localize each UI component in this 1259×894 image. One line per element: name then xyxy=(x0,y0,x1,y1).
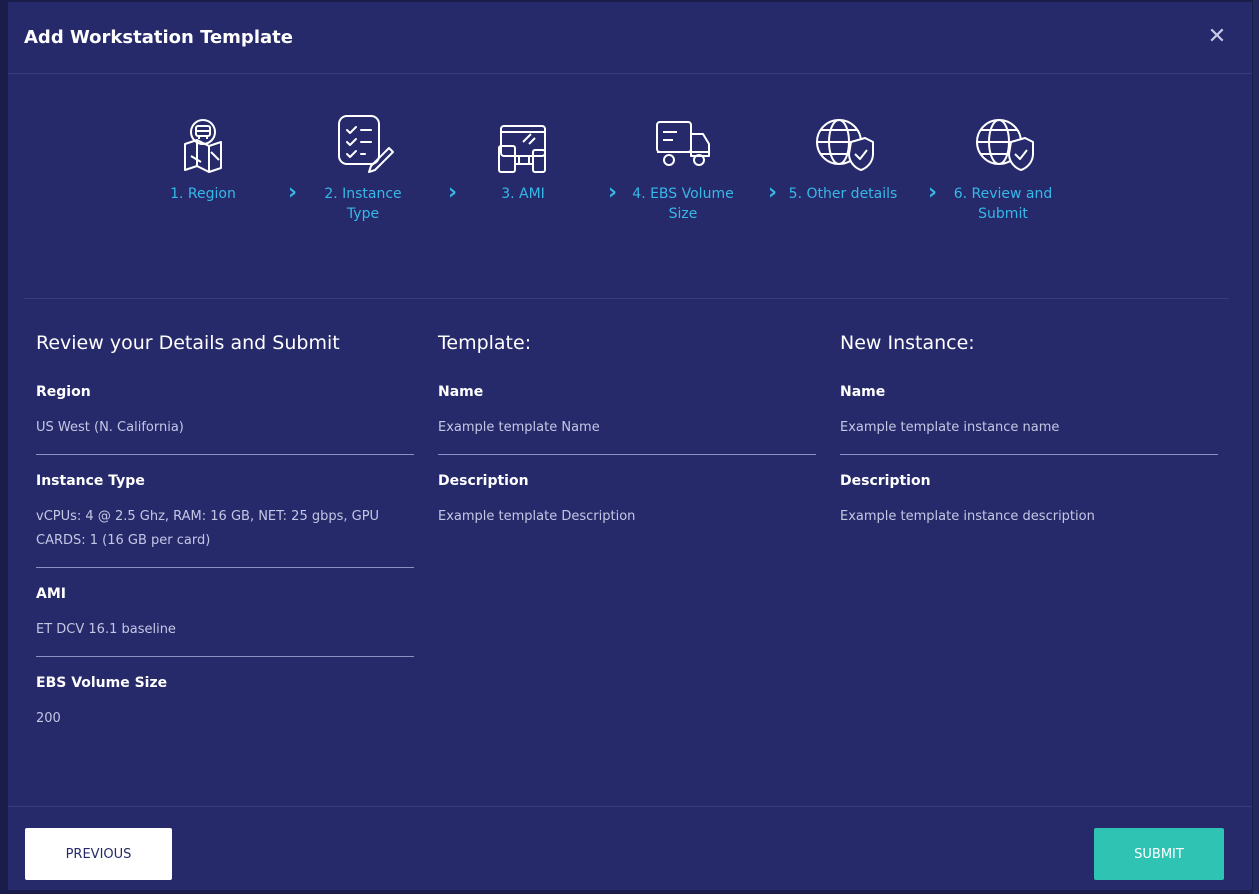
step-label: 1. Region xyxy=(170,186,236,202)
step-label: 6. Review and Submit xyxy=(953,186,1053,222)
chevron-right-icon: › xyxy=(448,180,458,205)
chevron-right-icon: › xyxy=(768,180,778,205)
field-label-template-name: Name xyxy=(438,384,484,400)
divider xyxy=(840,454,1218,455)
step-label: 5. Other details xyxy=(788,186,898,202)
field-label-ami: AMI xyxy=(36,586,66,602)
step-label: 2. Instance Type xyxy=(324,186,402,222)
template-column: Template: Name Example template Name Des… xyxy=(438,332,816,543)
field-value-ebs-volume-size: 200 xyxy=(36,711,61,726)
page-edge xyxy=(1253,0,1259,894)
divider xyxy=(36,656,414,657)
globe-shield-icon xyxy=(816,119,874,171)
field-value-template-description: Example template Description xyxy=(438,509,636,524)
modal-title: Add Workstation Template xyxy=(24,27,293,48)
divider xyxy=(36,454,414,455)
field-value-instance-type: vCPUs: 4 @ 2.5 Ghz, RAM: 16 GB, NET: 25 … xyxy=(36,509,380,548)
close-icon[interactable]: ✕ xyxy=(1204,24,1230,50)
map-icon xyxy=(184,119,222,173)
divider xyxy=(24,298,1229,299)
new-instance-title: New Instance: xyxy=(840,332,975,354)
divider xyxy=(438,454,816,455)
field-label-ebs-volume-size: EBS Volume Size xyxy=(36,675,168,691)
new-instance-column: New Instance: Name Example template inst… xyxy=(840,332,1218,543)
review-column: Review your Details and Submit Region US… xyxy=(36,332,414,745)
stepper: 1. Region › 2. Instance Type › 3. AMI › … xyxy=(148,112,1108,292)
field-label-instance-description: Description xyxy=(840,473,931,489)
field-value-ami: ET DCV 16.1 baseline xyxy=(36,622,176,637)
step-ami[interactable]: 3. AMI xyxy=(468,112,578,204)
field-label-instance-name: Name xyxy=(840,384,886,400)
review-title: Review your Details and Submit xyxy=(36,332,340,354)
field-value-instance-name: Example template instance name xyxy=(840,420,1060,435)
checklist-icon xyxy=(338,115,394,173)
field-value-template-name: Example template Name xyxy=(438,420,600,435)
field-label-template-description: Description xyxy=(438,473,529,489)
devices-icon xyxy=(498,125,546,173)
step-ebs-volume-size[interactable]: 4. EBS Volume Size xyxy=(628,112,738,224)
chevron-right-icon: › xyxy=(928,180,938,205)
field-value-region: US West (N. California) xyxy=(36,420,184,435)
chevron-right-icon: › xyxy=(288,180,298,205)
step-region[interactable]: 1. Region xyxy=(148,112,258,204)
template-title: Template: xyxy=(438,332,532,354)
modal-header: Add Workstation Template ✕ xyxy=(8,2,1252,74)
step-label: 3. AMI xyxy=(501,186,545,202)
truck-icon xyxy=(656,121,710,166)
previous-button[interactable]: PREVIOUS xyxy=(25,828,172,880)
field-label-region: Region xyxy=(36,384,91,400)
step-other-details[interactable]: 5. Other details xyxy=(788,112,898,204)
step-label: 4. EBS Volume Size xyxy=(632,186,734,222)
step-review-and-submit[interactable]: 6. Review and Submit xyxy=(948,112,1058,224)
footer-divider xyxy=(8,806,1252,807)
submit-button[interactable]: SUBMIT xyxy=(1094,828,1224,880)
divider xyxy=(36,567,414,568)
chevron-right-icon: › xyxy=(608,180,618,205)
step-instance-type[interactable]: 2. Instance Type xyxy=(308,112,418,224)
field-label-instance-type: Instance Type xyxy=(36,473,145,489)
add-workstation-template-modal: Add Workstation Template ✕ 1. Region › 2… xyxy=(8,2,1252,890)
field-value-instance-description: Example template instance description xyxy=(840,509,1095,524)
globe-shield-icon xyxy=(976,119,1034,171)
